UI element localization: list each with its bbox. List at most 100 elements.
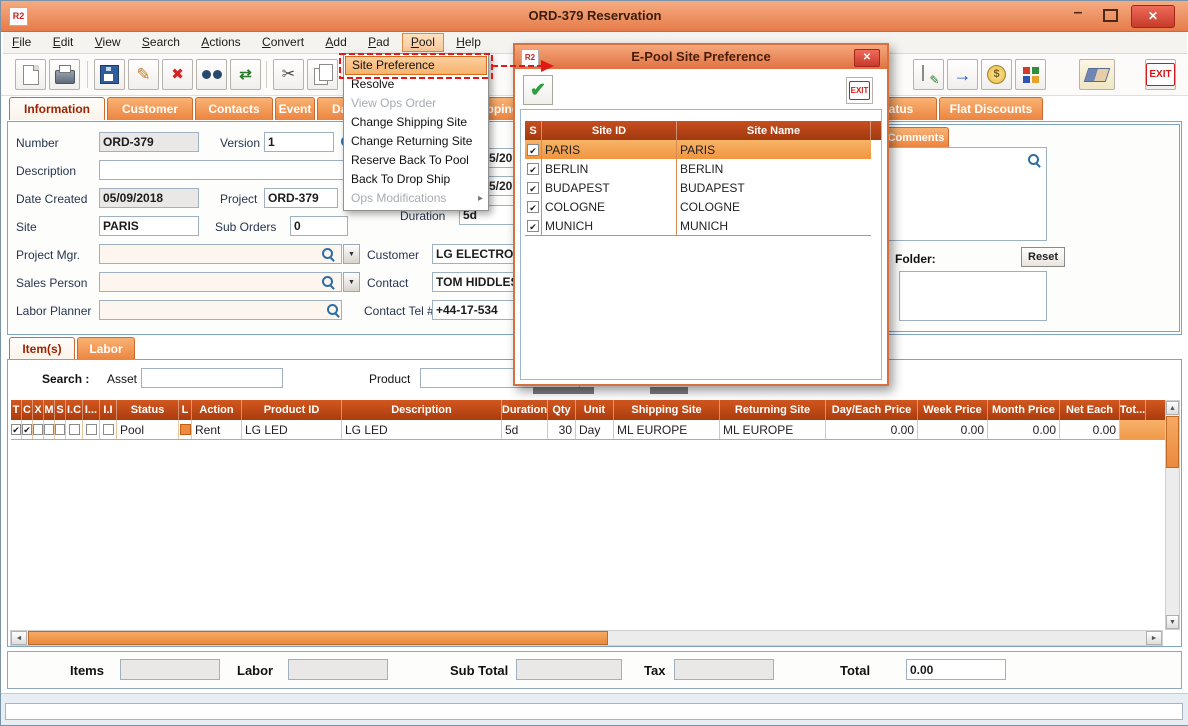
col-status[interactable]: Status [117, 400, 179, 420]
project-mgr-dropdown[interactable]: ▼ [343, 244, 360, 264]
col-ic[interactable]: I.C [66, 400, 83, 420]
items-total-field[interactable] [120, 659, 220, 680]
project-mgr-search-icon[interactable] [321, 247, 335, 261]
menu-view[interactable]: View [86, 33, 130, 52]
col-action[interactable]: Action [192, 400, 242, 420]
tab-labor[interactable]: Labor [77, 337, 135, 360]
col-i2[interactable]: I... [83, 400, 100, 420]
site-row-budapest[interactable]: ✔ BUDAPEST BUDAPEST [525, 178, 871, 198]
menu-actions[interactable]: Actions [192, 33, 249, 52]
edit-button[interactable]: ✎ [128, 59, 159, 90]
menu-edit[interactable]: Edit [44, 33, 83, 52]
save-button[interactable] [94, 59, 125, 90]
tax-field[interactable] [674, 659, 774, 680]
col-unit[interactable]: Unit [576, 400, 614, 420]
col-description[interactable]: Description [342, 400, 502, 420]
site-row-berlin[interactable]: ✔ BERLIN BERLIN [525, 159, 871, 179]
go-button[interactable]: → [947, 59, 978, 90]
tab-flat-discounts[interactable]: Flat Discounts [939, 97, 1043, 120]
site-field[interactable] [99, 216, 199, 236]
col-x[interactable]: X [33, 400, 44, 420]
row-checkbox-ic[interactable] [69, 424, 80, 435]
row-checkbox-ii[interactable] [103, 424, 114, 435]
menu-item-change-shipping-site[interactable]: Change Shipping Site [345, 113, 487, 132]
col-selected[interactable]: S [525, 121, 542, 140]
col-month-price[interactable]: Month Price [988, 400, 1060, 420]
site-checkbox[interactable]: ✔ [527, 144, 539, 156]
col-week-price[interactable]: Week Price [918, 400, 988, 420]
menu-search[interactable]: Search [133, 33, 189, 52]
row-checkbox-t[interactable]: ✔ [11, 424, 21, 435]
col-qty[interactable]: Qty [548, 400, 576, 420]
scroll-left-arrow[interactable]: ◄ [11, 631, 27, 645]
site-row-cologne[interactable]: ✔ COLOGNE COLOGNE [525, 197, 871, 217]
exit-button[interactable]: EXIT [1145, 59, 1176, 90]
delete-button[interactable]: ✖ [162, 59, 193, 90]
labor-planner-search-icon[interactable] [326, 303, 340, 317]
col-ii[interactable]: I.I [100, 400, 117, 420]
row-checkbox-i2[interactable] [86, 424, 97, 435]
site-checkbox[interactable]: ✔ [527, 182, 539, 194]
menu-item-resolve[interactable]: Resolve [345, 75, 487, 94]
row-checkbox-s[interactable] [55, 424, 65, 435]
menu-item-back-to-drop-ship[interactable]: Back To Drop Ship [345, 170, 487, 189]
vertical-scrollbar[interactable]: ▲ ▼ [1165, 400, 1180, 630]
col-shipping-site[interactable]: Shipping Site [614, 400, 720, 420]
new-document-button[interactable] [15, 59, 46, 90]
menu-item-change-returning-site[interactable]: Change Returning Site [345, 132, 487, 151]
labor-planner-field[interactable] [99, 300, 342, 320]
col-day-each-price[interactable]: Day/Each Price [826, 400, 918, 420]
menu-item-reserve-back-to-pool[interactable]: Reserve Back To Pool [345, 151, 487, 170]
tab-customer[interactable]: Customer [107, 97, 193, 120]
asset-search-input[interactable] [141, 368, 283, 388]
tab-comments[interactable]: Comments [883, 127, 949, 147]
menu-pool[interactable]: Pool [402, 33, 444, 52]
horizontal-scrollbar[interactable]: ◄ ► [10, 630, 1163, 646]
labor-total-field[interactable] [288, 659, 388, 680]
menu-item-site-preference[interactable]: Site Preference [345, 56, 487, 75]
maximize-button[interactable] [1095, 3, 1121, 25]
site-checkbox[interactable]: ✔ [527, 201, 539, 213]
find-button[interactable] [196, 59, 227, 90]
menu-pad[interactable]: Pad [359, 33, 398, 52]
site-checkbox[interactable]: ✔ [527, 163, 539, 175]
tab-event[interactable]: Event [275, 97, 315, 120]
sales-person-dropdown[interactable]: ▼ [343, 272, 360, 292]
row-checkbox-x[interactable] [33, 424, 43, 435]
col-t[interactable]: T [11, 400, 22, 420]
description-field[interactable] [99, 160, 349, 180]
comments-textarea[interactable] [879, 147, 1047, 241]
close-button[interactable]: ✕ [1131, 5, 1175, 28]
sales-person-search-icon[interactable] [321, 275, 335, 289]
grand-total-field[interactable] [906, 659, 1006, 680]
transfer-button[interactable]: ⇄ [230, 59, 261, 90]
dialog-exit-button[interactable]: EXIT [846, 77, 873, 104]
col-site-name[interactable]: Site Name [677, 121, 871, 140]
tab-items[interactable]: Item(s) [9, 337, 75, 360]
col-s[interactable]: S [55, 400, 66, 420]
vertical-scroll-thumb[interactable] [1166, 416, 1179, 468]
folder-textarea[interactable] [899, 271, 1047, 321]
scroll-up-arrow[interactable]: ▲ [1166, 401, 1179, 415]
col-total[interactable]: Tot... [1120, 400, 1146, 420]
dialog-close-button[interactable]: ✕ [854, 49, 880, 67]
menu-add[interactable]: Add [316, 33, 355, 52]
print-button[interactable] [49, 59, 80, 90]
comments-search-icon[interactable] [1027, 153, 1041, 167]
version-field[interactable] [264, 132, 334, 152]
row-checkbox-m[interactable] [44, 424, 54, 435]
col-net-each[interactable]: Net Each [1060, 400, 1120, 420]
col-site-id[interactable]: Site ID [542, 121, 677, 140]
sales-person-field[interactable] [99, 272, 342, 292]
tab-information[interactable]: Information [9, 97, 105, 120]
eraser-button[interactable] [1079, 59, 1115, 90]
col-returning-site[interactable]: Returning Site [720, 400, 826, 420]
col-m[interactable]: M [44, 400, 55, 420]
tab-contacts[interactable]: Contacts [195, 97, 273, 120]
number-field[interactable] [99, 132, 199, 152]
date-created-field[interactable] [99, 188, 199, 208]
site-row-munich[interactable]: ✔ MUNICH MUNICH [525, 216, 871, 236]
col-product-id[interactable]: Product ID [242, 400, 342, 420]
horizontal-scroll-thumb[interactable] [28, 631, 608, 645]
table-row[interactable]: ✔ ✔ Pool Rent LG LED LG LED 5d 30 Day ML… [11, 420, 1167, 440]
